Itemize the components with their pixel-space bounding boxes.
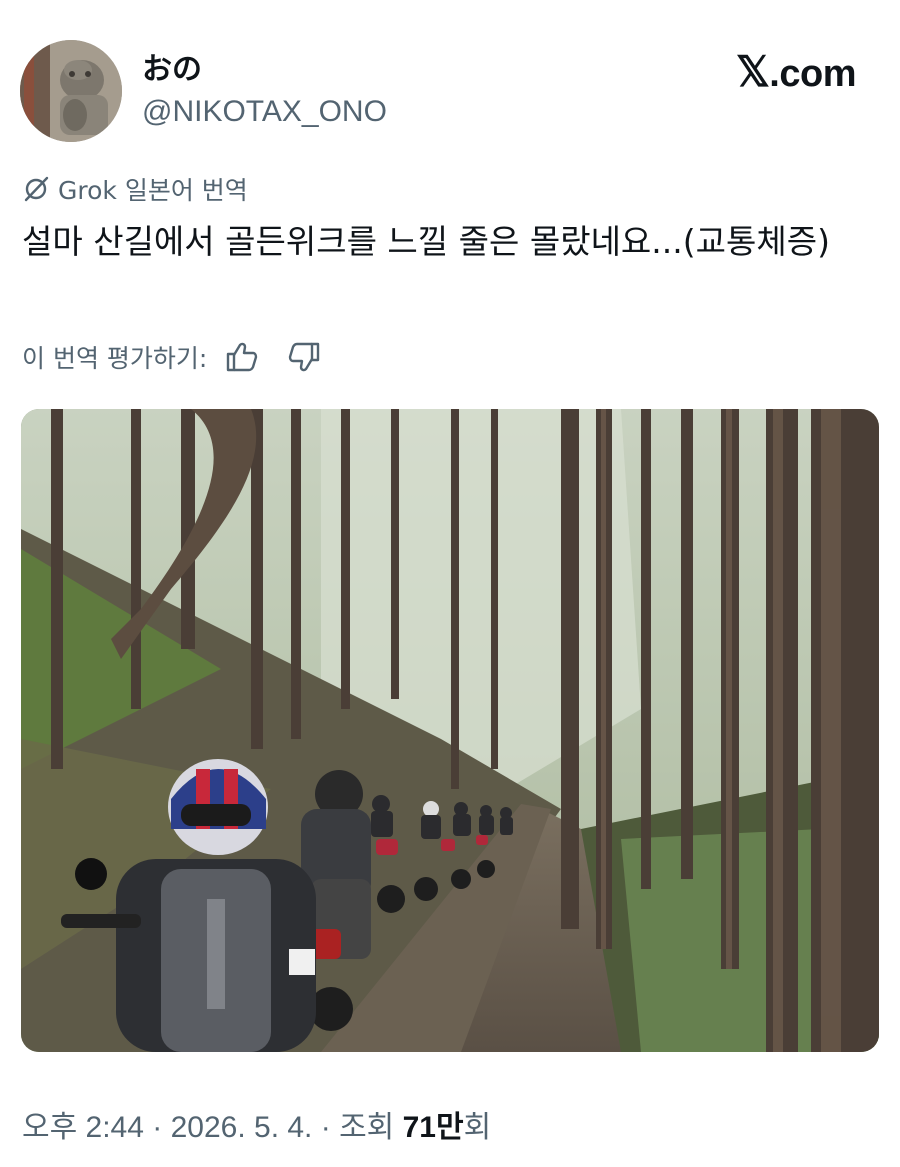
tweet-time[interactable]: 오후 2:44 [22,1111,144,1144]
grok-slash-icon [24,176,49,202]
forest-trail-motorcycles-image [21,409,879,1052]
x-logo-glyph: 𝕏 [735,48,770,95]
thumbs-up-icon [227,342,258,372]
tweet-date[interactable]: 2026. 5. 4. [171,1111,313,1144]
komainu-statue-avatar-image [20,40,122,142]
rate-translation-row: 이 번역 평가하기: [22,338,321,376]
thumbs-down-button[interactable] [287,342,321,372]
rate-translation-label: 이 번역 평가하기: [22,344,208,373]
views-label: 조회 [339,1111,403,1144]
thumbs-down-icon [289,342,320,372]
translation-label-row: Grok 일본어 번역 [22,172,248,206]
translation-label: Grok 일본어 번역 [58,176,248,205]
meta-separator: · [143,1111,171,1144]
avatar[interactable] [20,40,122,142]
meta-separator: · [312,1111,340,1144]
user-handle[interactable]: @NIKOTAX_ONO [142,92,387,132]
tweet-meta: 오후 2:44 · 2026. 5. 4. · 조회 71만회 [22,1108,491,1148]
tweet-photo[interactable] [21,409,879,1052]
display-name[interactable]: おの [142,50,202,90]
x-logo: 𝕏.com [736,51,857,95]
thumbs-up-button[interactable] [225,342,259,372]
views-suffix: 회 [463,1111,492,1144]
views-count: 71만 [402,1111,464,1144]
tweet-text: 설마 산길에서 골든위크를 느낄 줄은 몰랐네요...(교통체증) [22,222,830,261]
x-logo-text: .com [769,53,856,95]
